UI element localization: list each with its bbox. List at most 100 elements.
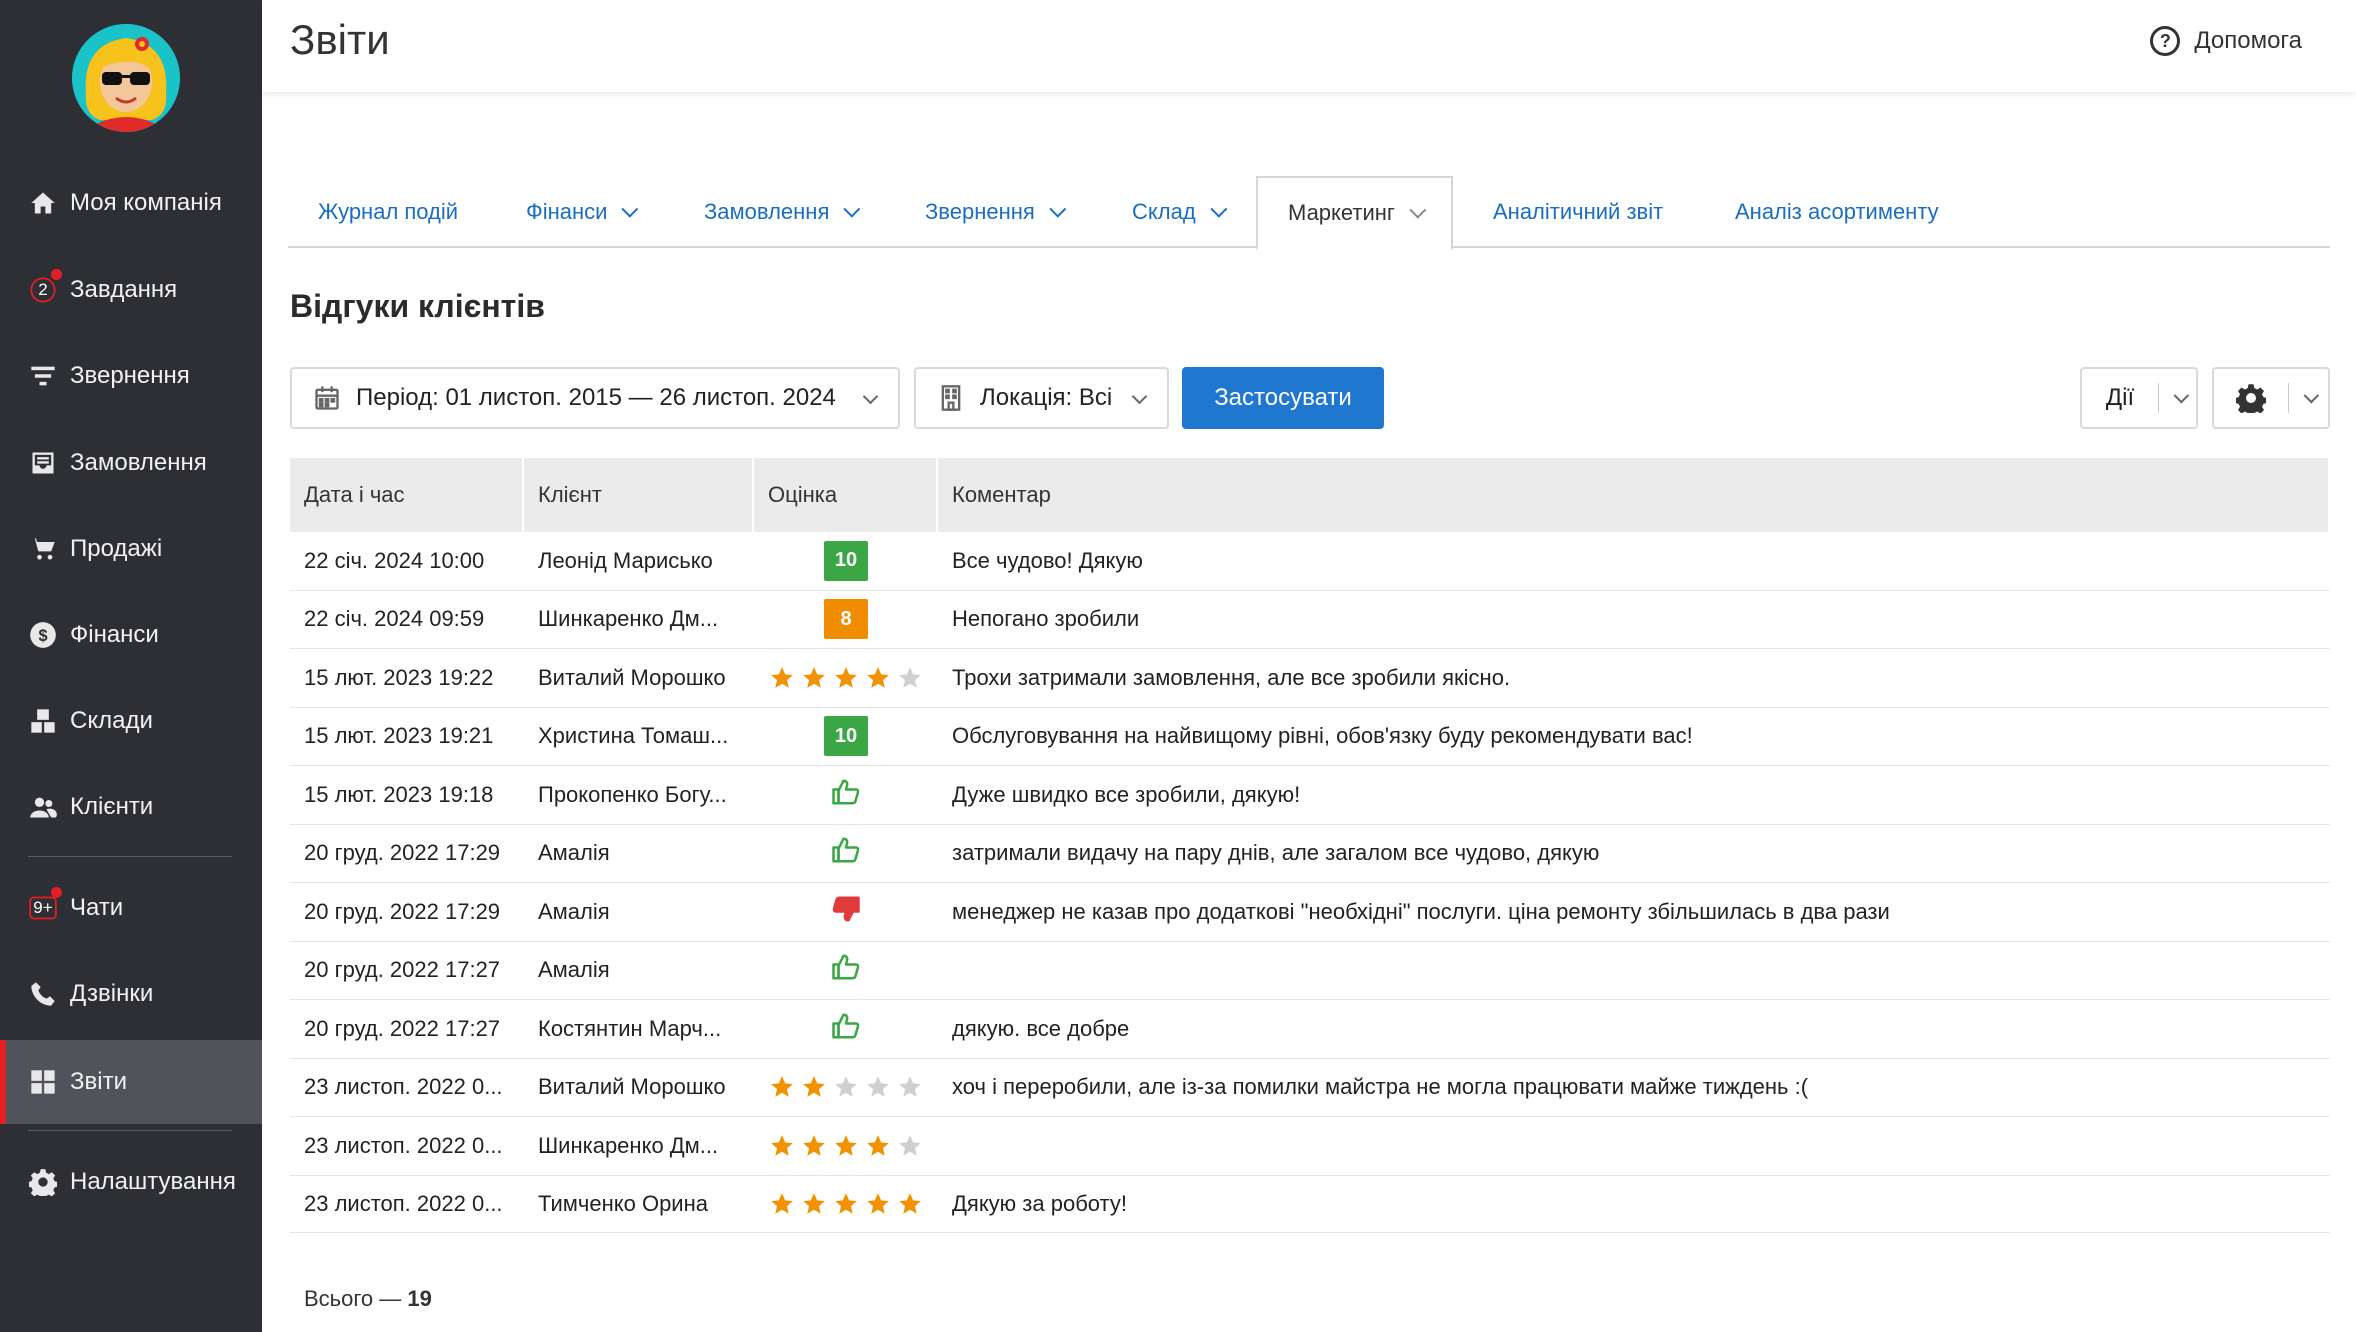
sidebar-item-label: Налаштування — [70, 1168, 236, 1195]
table-body: 22 січ. 2024 10:00 Леонід Марисько 10 Все ч… — [290, 532, 2330, 1234]
star-empty-icon — [899, 666, 921, 688]
sidebar-item-reports[interactable]: Звіти — [0, 1040, 262, 1124]
sidebar-item-settings[interactable]: Налаштування — [0, 1152, 262, 1212]
tab-finance[interactable]: Фінанси — [526, 176, 639, 248]
total-label: Всього — — [304, 1286, 402, 1311]
chevron-down-icon — [862, 388, 879, 405]
star-rating — [769, 1133, 923, 1159]
sidebar-item-sales[interactable]: Продажі — [0, 519, 262, 579]
thumb-up-icon — [831, 952, 861, 988]
gear-icon — [2214, 383, 2288, 413]
location-value: Локація: Всі — [980, 384, 1113, 411]
boxes-icon — [28, 706, 58, 736]
table-row[interactable]: 23 листоп. 2022 0... Виталий Морошко хоч і… — [290, 1059, 2330, 1117]
table-row[interactable]: 20 груд. 2022 17:27 Амалія — [290, 942, 2330, 1000]
star-filled-icon — [771, 1076, 793, 1097]
report-tabs: Журнал подій Фінанси Замовлення Зверненн… — [288, 176, 2330, 250]
dollar-icon: $ — [28, 620, 58, 650]
tab-marketing[interactable]: Маркетинг — [1256, 176, 1453, 250]
avatar-illustration — [72, 24, 180, 132]
calendar-icon — [312, 383, 342, 413]
star-rating — [769, 1074, 923, 1100]
tab-orders[interactable]: Замовлення — [704, 176, 861, 248]
help-button[interactable]: ? Допомога — [2150, 26, 2302, 56]
divider — [2158, 383, 2159, 413]
total-value: 19 — [407, 1286, 432, 1311]
table-row[interactable]: 22 січ. 2024 10:00 Леонід Марисько 10 Все ч… — [290, 532, 2330, 591]
cell-comment: менеджер не казав про додаткові "необхід… — [952, 898, 1890, 924]
actions-dropdown[interactable]: Дії — [2080, 367, 2198, 429]
star-filled-icon — [867, 1134, 889, 1156]
sidebar-item-label: Склади — [70, 707, 153, 734]
avatar[interactable] — [72, 24, 180, 132]
cell-date: 22 січ. 2024 10:00 — [304, 547, 485, 573]
table-row[interactable]: 20 груд. 2022 17:29 Амалія менеджер не каз… — [290, 883, 2330, 942]
location-filter[interactable]: Локація: Всі — [914, 367, 1169, 429]
column-header-date[interactable]: Дата і час — [290, 458, 524, 532]
cell-comment: дякую. все добре — [952, 1015, 1130, 1041]
tab-requests[interactable]: Звернення — [925, 176, 1067, 248]
building-icon — [936, 383, 966, 413]
cell-rating — [754, 883, 938, 941]
cell-client: Прокопенко Богу... — [538, 781, 727, 807]
sidebar-item-my-company[interactable]: Моя компанія — [0, 173, 262, 233]
sidebar-item-label: Чати — [70, 894, 124, 921]
thumb-up-icon — [831, 1011, 861, 1047]
sidebar-item-chats[interactable]: 9+ Чати — [0, 878, 262, 938]
cell-date: 15 лют. 2023 19:18 — [304, 781, 494, 807]
sidebar-item-requests[interactable]: Звернення — [0, 346, 262, 406]
cell-client: Виталий Морошко — [538, 664, 726, 690]
inbox-icon — [28, 448, 58, 478]
table-row[interactable]: 15 лют. 2023 19:18 Прокопенко Богу... Дуже… — [290, 766, 2330, 825]
star-empty-icon — [835, 1076, 857, 1097]
table-row[interactable]: 20 груд. 2022 17:29 Амалія затримали видач… — [290, 825, 2330, 883]
sidebar-item-tasks[interactable]: 2 Завдання — [0, 260, 262, 320]
tab-label: Склад — [1132, 199, 1196, 224]
star-filled-icon — [867, 666, 889, 688]
help-label: Допомога — [2194, 27, 2302, 54]
tab-assortment-analysis[interactable]: Аналіз асортименту — [1735, 176, 1939, 248]
cell-comment — [938, 1117, 2330, 1175]
tab-event-log[interactable]: Журнал подій — [318, 176, 458, 248]
tasks-icon: 2 — [28, 269, 62, 305]
question-icon: ? — [2150, 26, 2181, 56]
star-filled-icon — [867, 1193, 889, 1214]
table-row[interactable]: 23 листоп. 2022 0... Шинкаренко Дм... — [290, 1117, 2330, 1176]
cell-comment: затримали видачу на пару днів, але загал… — [952, 840, 1600, 866]
tab-label: Аналіз асортименту — [1735, 199, 1939, 224]
table-row[interactable]: 15 лют. 2023 19:21 Христина Томаш... 10 Обс… — [290, 708, 2330, 766]
apply-button[interactable]: Застосувати — [1182, 367, 1384, 429]
chevron-down-icon — [1409, 201, 1427, 219]
partially-hidden-row — [290, 1232, 2330, 1258]
cell-rating — [754, 942, 938, 1000]
tab-label: Звернення — [925, 199, 1035, 224]
sidebar-item-orders[interactable]: Замовлення — [0, 433, 262, 493]
sidebar-divider — [28, 1130, 232, 1131]
column-header-comment[interactable]: Коментар — [938, 458, 2330, 532]
tab-analytic-report[interactable]: Аналітичний звіт — [1493, 176, 1663, 248]
table-row[interactable]: 23 листоп. 2022 0... Тимченко Орина Дякую … — [290, 1176, 2330, 1234]
table-settings-dropdown[interactable] — [2212, 367, 2330, 429]
sidebar-item-calls[interactable]: Дзвінки — [0, 964, 262, 1024]
sidebar-item-finance[interactable]: $ Фінанси — [0, 605, 262, 665]
top-header: Звіти ? Допомога — [262, 0, 2356, 92]
sidebar-item-clients[interactable]: Клієнти — [0, 777, 262, 837]
tab-warehouse[interactable]: Склад — [1132, 176, 1227, 248]
column-header-client[interactable]: Клієнт — [524, 458, 754, 532]
score-badge: 10 — [824, 540, 868, 581]
sidebar-item-warehouses[interactable]: Склади — [0, 691, 262, 751]
sidebar-item-label: Продажі — [70, 535, 163, 562]
sidebar-item-label: Звіти — [70, 1068, 127, 1095]
table-row[interactable]: 15 лют. 2023 19:22 Виталий Морошко Трохи з… — [290, 649, 2330, 708]
column-header-rating[interactable]: Оцінка — [754, 458, 938, 532]
cell-client: Амалія — [538, 898, 610, 924]
cell-date: 20 груд. 2022 17:27 — [304, 957, 501, 983]
table-row[interactable]: 20 груд. 2022 17:27 Костянтин Марч... дяку… — [290, 1000, 2330, 1059]
star-empty-icon — [899, 1076, 921, 1097]
period-filter[interactable]: Період: 01 листоп. 2015 — 26 листоп. 202… — [290, 367, 900, 429]
cell-date: 20 груд. 2022 17:29 — [304, 898, 501, 924]
cell-comment: Дякую за роботу! — [952, 1191, 1127, 1217]
cell-client: Шинкаренко Дм... — [538, 606, 719, 632]
table-row[interactable]: 22 січ. 2024 09:59 Шинкаренко Дм... 8 Непог… — [290, 591, 2330, 649]
sidebar-item-label: Моя компанія — [70, 189, 222, 216]
